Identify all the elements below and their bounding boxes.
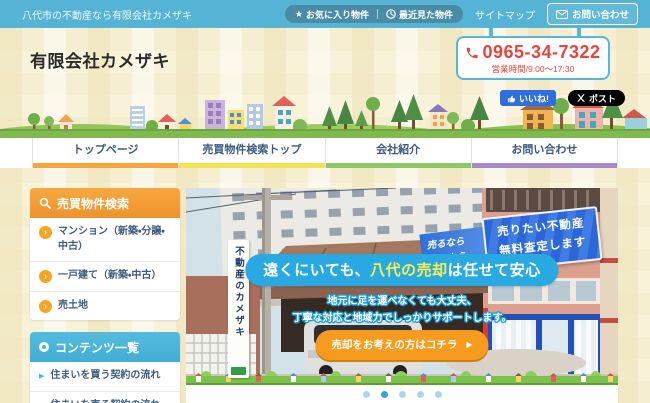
favorites-link[interactable]: ★ お気に入り物件 [295,8,369,21]
phone-box: 0965-34-7322 営業時間/9:00〜17:30 [456,36,610,80]
sell-cta-button[interactable]: 売却をお考えの方はコチラ ▶ [315,330,489,360]
facebook-like-button[interactable]: いいね! [500,90,556,106]
hero-subtext: 地元に足を運べなくても大丈夫、 丁寧な対応と地域力でしっかりサポートします。 [186,293,618,327]
top-bar: 八代市の不動産なら有限会社カメザキ ★ お気に入り物件 最近見た物件 サイトマッ… [0,0,650,28]
nav-accent-bar [471,163,617,168]
site-header: 有限会社カメザキ 0965-34-7322 営業時間/9:00〜17:30 [0,23,650,88]
hero-subtext-line1: 地元に足を運べなくても大丈夫、 [327,296,477,307]
topbar-divider [376,9,378,19]
sidebar-item-house[interactable]: › 一戸建て（新築・中古） [30,261,180,291]
hero-carousel[interactable]: 不動産のカメザキ 売るなら 買うなら 売りたい不動産 無料査定します 遠くにいて… [186,188,618,385]
contents-list: ▶ 住まいを買う契約の流れ ▶ 住まいを売る契約の流れ [30,362,180,403]
nav-accent-bar [33,163,179,168]
favorites-label: お気に入り物件 [305,9,369,20]
nav-item-property-search[interactable]: 売買物件検索トップ [178,138,325,168]
main-nav: トップページ 売買物件検索トップ 会社紹介 お問い合わせ [0,138,650,168]
ring-icon [39,342,49,352]
nav-item-company[interactable]: 会社紹介 [324,138,471,168]
topbar-quick-links: ★ お気に入り物件 最近見た物件 [284,5,463,23]
carousel-dot-4[interactable] [416,390,424,398]
contact-label: お問い合わせ [571,10,629,21]
envelope-icon [555,9,568,19]
arrow-circle-icon: › [39,299,52,313]
property-search-title: 売買物件検索 [57,196,130,211]
carousel-dot-5[interactable] [434,390,442,398]
headline-prefix: 遠くにいても、 [263,262,371,279]
main-column: 不動産のカメザキ 売るなら 買うなら 売りたい不動産 無料査定します 遠くにいて… [186,188,618,403]
contact-button-top[interactable]: お問い合わせ [546,3,638,25]
carousel-dot-2[interactable] [380,390,388,398]
sidebar-item-land[interactable]: › 売土地 [30,290,180,321]
sidebar-item-buy-flow[interactable]: ▶ 住まいを買う契約の流れ [30,362,180,391]
sidebar-item-label: 売土地 [58,299,88,311]
nav-label: 売買物件検索トップ [202,144,302,156]
sidebar-item-label: 一戸建て（新築・中古） [58,270,162,281]
arrow-right-icon: ▶ [466,340,473,349]
arrow-circle-icon: › [39,226,52,239]
post-label: ポスト [588,93,616,104]
content-area: 売買物件検索 › マンション（新築・分譲・中古） › 一戸建て（新築・中古） ›… [0,168,650,403]
contents-card: コンテンツ一覧 ▶ 住まいを買う契約の流れ ▶ 住まいを売る契約の流れ [30,332,180,403]
page: { "topbar": { "tagline": "八代市の不動産なら有限会社カ… [0,0,650,403]
nav-accent-bar [179,163,325,168]
carousel-dots [186,385,618,403]
triangle-icon: ▶ [39,373,45,380]
headline-suffix: は任せて安心 [447,262,541,279]
nav-label: お問い合わせ [511,144,578,156]
x-logo-icon [577,94,585,102]
sidebar-item-mansion[interactable]: › マンション（新築・分譲・中古） [30,218,180,261]
phone-number[interactable]: 0965-34-7322 [482,42,600,63]
company-name: 有限会社カメザキ [30,52,170,71]
nav-inner: トップページ 売買物件検索トップ 会社紹介 お問い合わせ [32,138,618,168]
sidebar-item-label: 住まいを買う契約の流れ [50,370,161,381]
property-search-list: › マンション（新築・分譲・中古） › 一戸建て（新築・中古） › 売土地 [30,218,180,320]
phone-icon [467,47,479,58]
nav-accent-bar [325,163,471,168]
like-label: いいね! [519,93,549,104]
star-icon: ★ [294,8,303,19]
sidebar-item-label: 住まいを売る契約の流れ [50,399,160,403]
sidebar-item-sell-flow[interactable]: ▶ 住まいを売る契約の流れ [30,390,180,403]
sidebar: 売買物件検索 › マンション（新築・分譲・中古） › 一戸建て（新築・中古） ›… [30,188,180,403]
vertical-sign-tag [231,367,246,375]
carousel-dot-3[interactable] [398,390,406,398]
nav-item-top-page[interactable]: トップページ [32,138,179,168]
nav-item-contact[interactable]: お問い合わせ [470,138,617,168]
town-illustration-band: いいね! ポスト [0,88,650,138]
contents-title: コンテンツ一覧 [55,340,140,355]
recent-label: 最近見た物件 [398,9,453,20]
sidebar-item-label: マンション（新築・分譲・中古） [58,226,165,252]
carousel-dot-1[interactable] [362,390,370,398]
business-hours: 営業時間/9:00〜17:30 [491,64,575,74]
sitemap-link[interactable]: サイトマップ [475,7,535,22]
x-post-button[interactable]: ポスト [567,90,625,106]
thumbs-up-icon [508,95,516,102]
property-search-header: 売買物件検索 [30,188,180,218]
site-tagline: 八代市の不動産なら有限会社カメザキ [22,10,192,22]
clock-icon [386,9,396,19]
phone-row: 0965-34-7322 [458,42,608,63]
recent-link[interactable]: 最近見た物件 [386,8,453,21]
headline-highlight: 八代の売却 [370,262,448,279]
hero-headline: 遠くにいても、八代の売却は任せて安心 [245,254,559,286]
hero-subtext-line2: 丁寧な対応と地域力でしっかりサポートします。 [292,313,512,324]
nav-label: 会社紹介 [376,144,421,156]
cta-label: 売却をお考えの方はコチラ [331,339,458,351]
nav-label: トップページ [72,144,139,156]
contents-header: コンテンツ一覧 [30,332,180,362]
arrow-circle-icon: › [39,270,52,283]
property-search-card: 売買物件検索 › マンション（新築・分譲・中古） › 一戸建て（新築・中古） ›… [30,188,180,320]
search-icon [39,197,51,209]
